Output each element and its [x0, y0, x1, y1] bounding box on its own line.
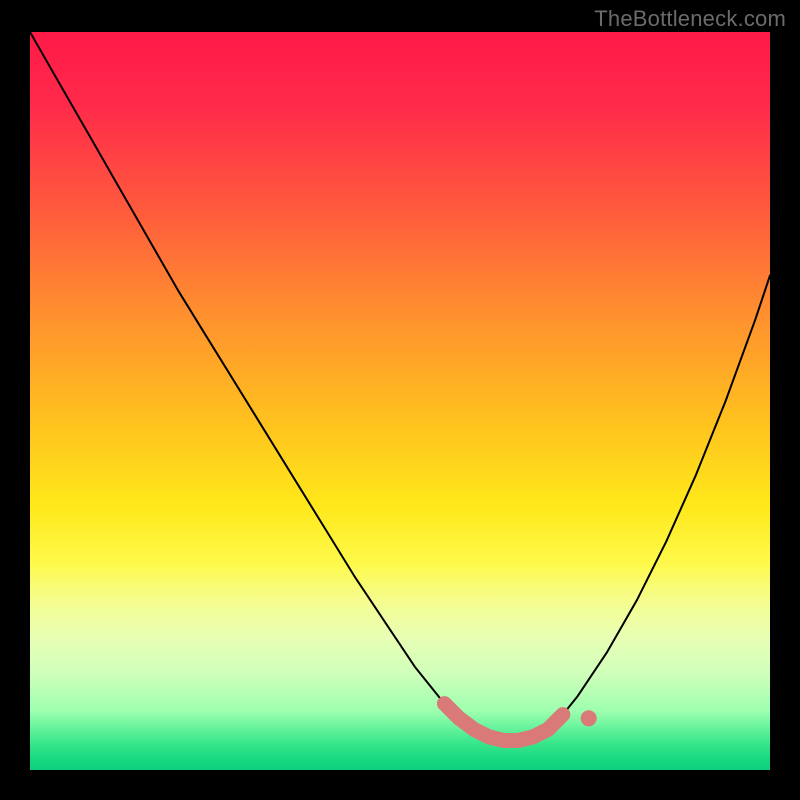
bottleneck-curve	[30, 32, 770, 770]
plot-area	[30, 32, 770, 770]
chart-frame: TheBottleneck.com	[0, 0, 800, 800]
watermark-text: TheBottleneck.com	[594, 6, 786, 32]
